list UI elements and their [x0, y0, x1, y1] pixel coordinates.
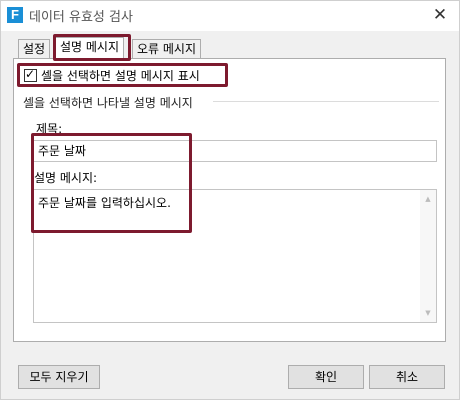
textarea-scrollbar[interactable]: ▲ ▼ — [420, 190, 436, 322]
show-message-checkbox[interactable]: ✓ — [24, 67, 37, 82]
title-input[interactable]: 주문 날짜 — [33, 140, 437, 162]
window-title: 데이터 유효성 검사 — [29, 10, 133, 25]
group-title: 셀을 선택하면 나타낼 설명 메시지 — [23, 96, 193, 110]
title-label: 제목: — [36, 122, 63, 136]
title-bar: F 데이터 유효성 검사 ✕ — [1, 1, 459, 31]
tab-error-alert[interactable]: 오류 메시지 — [132, 39, 202, 58]
show-message-checkbox-label[interactable]: 셀을 선택하면 설명 메시지 표시 — [41, 67, 200, 84]
app-logo-icon: F — [7, 7, 23, 23]
tab-input-message[interactable]: 설명 메시지 — [55, 37, 125, 59]
message-text: 주문 날짜를 입력하십시오. — [38, 196, 171, 210]
close-icon[interactable]: ✕ — [429, 4, 451, 26]
tab-settings[interactable]: 설정 — [18, 39, 51, 58]
ok-button[interactable]: 확인 — [288, 365, 364, 389]
message-textarea[interactable]: 주문 날짜를 입력하십시오. ▲ ▼ — [33, 189, 437, 323]
data-validation-dialog: F 데이터 유효성 검사 ✕ 설정 설명 메시지 오류 메시지 ✓ 셀을 선택하… — [0, 0, 460, 400]
group-divider — [213, 101, 439, 102]
scroll-up-icon[interactable]: ▲ — [420, 192, 436, 206]
checkmark-icon: ✓ — [25, 67, 36, 81]
scroll-down-icon[interactable]: ▼ — [420, 306, 436, 320]
clear-all-button[interactable]: 모두 지우기 — [18, 365, 100, 389]
message-label: 설명 메시지: — [34, 171, 98, 185]
cancel-button[interactable]: 취소 — [369, 365, 445, 389]
